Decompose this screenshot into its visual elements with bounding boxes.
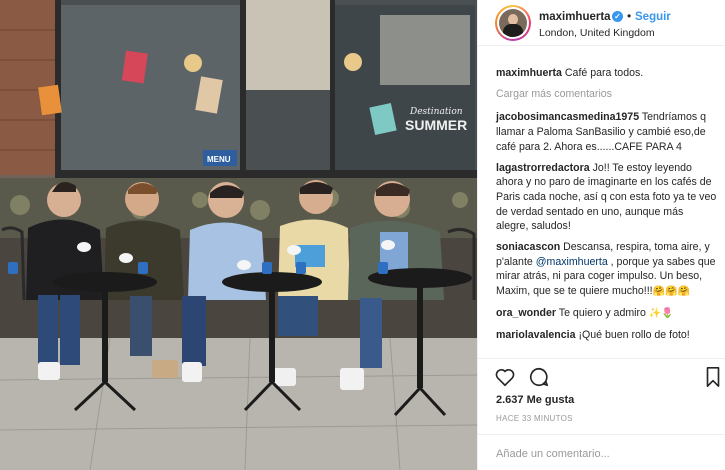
comment-emoji: ✨🌷 <box>648 307 674 319</box>
post-photo[interactable]: Destination SUMMER MENU <box>0 0 477 470</box>
comment-icon[interactable] <box>528 366 550 388</box>
add-comment-bar <box>478 434 725 470</box>
follow-button[interactable]: Seguir <box>635 11 671 23</box>
post-sidebar: maximhuerta ✓ • Seguir London, United Ki… <box>477 0 725 470</box>
comment-item: soniacascon Descansa, respira, toma aire… <box>496 240 718 300</box>
heart-icon[interactable] <box>494 366 516 388</box>
comment-item: jacobosimancasmedina1975 Tendríamos q ll… <box>496 110 718 154</box>
comment-username[interactable]: ora_wonder <box>496 307 556 319</box>
post-header: maximhuerta ✓ • Seguir London, United Ki… <box>478 0 725 46</box>
caption-text: Café para todos. <box>561 67 644 79</box>
post-timestamp[interactable]: HACE 33 MINUTOS <box>496 414 573 423</box>
comment-text: ¡Qué buen rollo de foto! <box>575 328 690 341</box>
separator-dot: • <box>627 9 632 23</box>
comment-username[interactable]: soniacascon <box>496 241 560 253</box>
likes-count[interactable]: 2.637 Me gusta <box>496 394 574 406</box>
cafe-photo-illustration: Destination SUMMER MENU <box>0 0 477 470</box>
verified-badge-icon: ✓ <box>612 11 623 22</box>
comment-text: Te quiero y admiro <box>556 306 649 319</box>
location-link[interactable]: London, United Kingdom <box>539 27 655 39</box>
load-more-comments-button[interactable]: Cargar más comentarios <box>496 87 718 102</box>
post-actions-bar <box>478 358 725 394</box>
add-comment-input[interactable] <box>496 446 706 462</box>
comment-item: mariolavalencia ¡Qué buen rollo de foto! <box>496 328 718 343</box>
avatar[interactable] <box>495 5 531 41</box>
comment-username[interactable]: lagastrorredactora <box>496 162 590 174</box>
comment-item: lagastrorredactora Jo!! Te estoy leyendo… <box>496 161 718 235</box>
username-link[interactable]: maximhuerta <box>539 11 611 23</box>
comment-username[interactable]: jacobosimancasmedina1975 <box>496 111 639 123</box>
photo-sign-text: Destination <box>409 107 463 117</box>
comment-username[interactable]: mariolavalencia <box>496 329 576 341</box>
comment-emoji: 🤗🤗🤗 <box>652 286 690 298</box>
comment-mention-link[interactable]: @maximhuerta <box>536 256 608 268</box>
bookmark-icon[interactable] <box>704 366 725 388</box>
comment-item: ora_wonder Te quiero y admiro ✨🌷 <box>496 306 718 322</box>
photo-menu-text: MENU <box>207 155 231 164</box>
post-caption: maximhuerta Café para todos. <box>496 66 718 81</box>
comments-list: maximhuerta Café para todos. Cargar más … <box>496 66 718 348</box>
photo-sign-text-2: SUMMER <box>405 117 467 133</box>
caption-username[interactable]: maximhuerta <box>496 67 562 79</box>
